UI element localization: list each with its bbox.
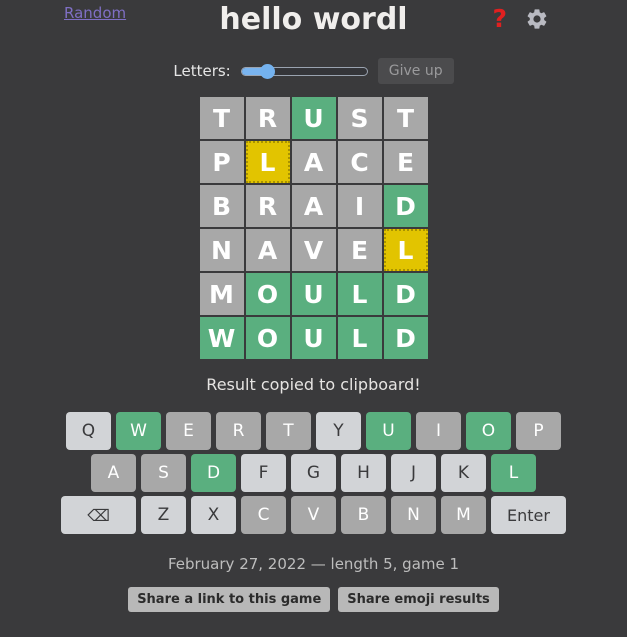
board-tile: O bbox=[245, 273, 290, 315]
gear-icon[interactable] bbox=[525, 7, 549, 31]
game-info: February 27, 2022 — length 5, game 1 bbox=[167, 555, 460, 573]
key-z[interactable]: Z bbox=[141, 496, 186, 534]
key-r[interactable]: R bbox=[216, 412, 261, 450]
board-tile: E bbox=[337, 229, 382, 271]
key-s[interactable]: S bbox=[141, 454, 186, 492]
key-o[interactable]: O bbox=[466, 412, 511, 450]
letters-slider[interactable] bbox=[240, 63, 368, 79]
board-tile: L bbox=[245, 141, 290, 183]
status-message: Result copied to clipboard! bbox=[206, 375, 421, 394]
board-tile: D bbox=[383, 273, 428, 315]
controls-row: Letters: Give up bbox=[0, 56, 627, 86]
key-y[interactable]: Y bbox=[316, 412, 361, 450]
key-d[interactable]: D bbox=[191, 454, 236, 492]
key-n[interactable]: N bbox=[391, 496, 436, 534]
board-tile: B bbox=[199, 185, 244, 227]
key-a[interactable]: A bbox=[91, 454, 136, 492]
letters-label: Letters: bbox=[173, 62, 231, 80]
board-tile: N bbox=[199, 229, 244, 271]
help-icon[interactable]: ? bbox=[492, 5, 507, 33]
board-row: WOULD bbox=[198, 317, 430, 359]
key-e[interactable]: E bbox=[166, 412, 211, 450]
keyboard-row: QWERTYUIOP bbox=[54, 412, 574, 450]
key-h[interactable]: H bbox=[341, 454, 386, 492]
board-tile: M bbox=[199, 273, 244, 315]
board-tile: S bbox=[337, 97, 382, 139]
key-l[interactable]: L bbox=[491, 454, 536, 492]
share-emoji-button[interactable]: Share emoji results bbox=[338, 587, 499, 612]
key-b[interactable]: B bbox=[341, 496, 386, 534]
key-p[interactable]: P bbox=[516, 412, 561, 450]
board-tile: V bbox=[291, 229, 336, 271]
keyboard-row: ASDFGHJKL bbox=[54, 454, 574, 492]
key-u[interactable]: U bbox=[366, 412, 411, 450]
board-tile: P bbox=[199, 141, 244, 183]
board-tile: W bbox=[199, 317, 244, 359]
board-row: PLACE bbox=[198, 141, 430, 183]
board-tile: A bbox=[291, 141, 336, 183]
keyboard-row: ⌫ Z X C V B N M Enter bbox=[54, 496, 574, 534]
key-i[interactable]: I bbox=[416, 412, 461, 450]
board-tile: D bbox=[383, 185, 428, 227]
key-q[interactable]: Q bbox=[66, 412, 111, 450]
board-tile: I bbox=[337, 185, 382, 227]
board-row: MOULD bbox=[198, 273, 430, 315]
board-tile: T bbox=[199, 97, 244, 139]
key-x[interactable]: X bbox=[191, 496, 236, 534]
key-m[interactable]: M bbox=[441, 496, 486, 534]
board-tile: L bbox=[337, 317, 382, 359]
key-g[interactable]: G bbox=[291, 454, 336, 492]
footer-button-group: Share a link to this game Share emoji re… bbox=[0, 587, 627, 612]
board-row: BRAID bbox=[198, 185, 430, 227]
backspace-key[interactable]: ⌫ bbox=[61, 496, 136, 534]
board-tile: U bbox=[291, 317, 336, 359]
key-w[interactable]: W bbox=[116, 412, 161, 450]
board-tile: D bbox=[383, 317, 428, 359]
header-icon-group: ? bbox=[492, 5, 549, 33]
board-tile: A bbox=[245, 229, 290, 271]
board-tile: C bbox=[337, 141, 382, 183]
board-tile: U bbox=[291, 273, 336, 315]
board-tile: A bbox=[291, 185, 336, 227]
key-f[interactable]: F bbox=[241, 454, 286, 492]
board-tile: L bbox=[383, 229, 428, 271]
board-row: TRUST bbox=[198, 97, 430, 139]
key-v[interactable]: V bbox=[291, 496, 336, 534]
board-tile: T bbox=[383, 97, 428, 139]
key-c[interactable]: C bbox=[241, 496, 286, 534]
board-tile: R bbox=[245, 97, 290, 139]
give-up-button[interactable]: Give up bbox=[377, 58, 454, 84]
key-k[interactable]: K bbox=[441, 454, 486, 492]
key-j[interactable]: J bbox=[391, 454, 436, 492]
on-screen-keyboard: Q W E R T Y U I O P A S D F G H J K L ⌫ Z X C V B N M Enter bbox=[54, 412, 574, 534]
enter-key[interactable]: Enter bbox=[491, 496, 566, 534]
board-tile: L bbox=[337, 273, 382, 315]
board-tile: E bbox=[383, 141, 428, 183]
board-row: NAVEL bbox=[198, 229, 430, 271]
game-board: TRUSTPLACEBRAIDNAVELMOULDWOULD bbox=[198, 97, 430, 359]
share-link-button[interactable]: Share a link to this game bbox=[128, 587, 331, 612]
board-tile: R bbox=[245, 185, 290, 227]
slider-thumb[interactable] bbox=[259, 64, 275, 79]
app-header: Random hello wordl ? bbox=[0, 0, 627, 45]
board-tile: U bbox=[291, 97, 336, 139]
key-t[interactable]: T bbox=[266, 412, 311, 450]
board-tile: O bbox=[245, 317, 290, 359]
